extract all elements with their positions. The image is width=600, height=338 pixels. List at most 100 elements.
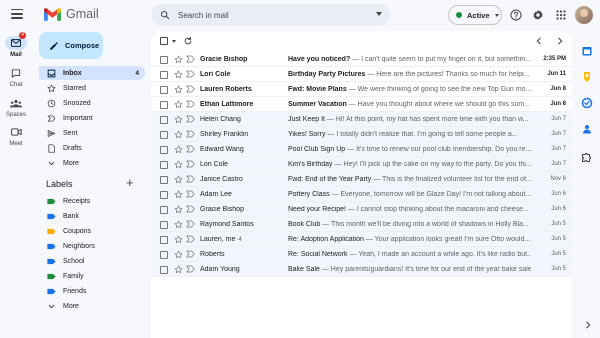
- important-marker-icon[interactable]: [186, 235, 195, 243]
- star-icon[interactable]: [174, 100, 183, 109]
- row-checkbox[interactable]: [160, 130, 168, 139]
- status-dropdown[interactable]: Active: [448, 5, 502, 25]
- nav-item-starred[interactable]: Starred: [39, 81, 145, 95]
- email-row[interactable]: Helen Chang Just Keep It — Hi! At this po…: [151, 112, 572, 127]
- rail-item-mail[interactable]: 4 Mail: [0, 32, 32, 58]
- nav-item-drafts[interactable]: Drafts: [39, 141, 145, 155]
- row-checkbox[interactable]: [160, 55, 168, 64]
- email-row[interactable]: Lori Cole Birthday Party Pictures — Here …: [151, 67, 572, 82]
- star-icon[interactable]: [174, 130, 183, 139]
- star-icon[interactable]: [174, 205, 183, 214]
- email-row[interactable]: Ethan Lattimore Summer Vacation — Have yo…: [151, 97, 572, 112]
- select-all-checkbox[interactable]: [160, 37, 168, 45]
- star-icon[interactable]: [174, 190, 183, 199]
- star-icon[interactable]: [174, 265, 183, 274]
- label-item-bank[interactable]: Bank: [39, 209, 145, 223]
- email-row[interactable]: Lauren Roberts Fwd: Movie Plans — We were…: [151, 82, 572, 97]
- nav-item-sent[interactable]: Sent: [39, 126, 145, 140]
- star-icon[interactable]: [174, 70, 183, 79]
- apps-grid-icon[interactable]: [555, 9, 567, 21]
- email-row[interactable]: Lori Cole Kim's Birthday — Hey! I'll pick…: [151, 157, 572, 172]
- important-marker-icon[interactable]: [186, 85, 195, 93]
- search-options-icon[interactable]: [376, 12, 382, 16]
- chevron-left-icon[interactable]: [534, 36, 544, 46]
- star-icon[interactable]: [174, 115, 183, 124]
- star-icon[interactable]: [174, 145, 183, 154]
- email-row[interactable]: Adam Young Bake Sale — Hey parents/guardi…: [151, 262, 572, 277]
- row-checkbox[interactable]: [160, 205, 168, 214]
- expand-panel-icon[interactable]: [583, 320, 593, 330]
- search-icon[interactable]: [160, 10, 170, 20]
- account-avatar[interactable]: [575, 6, 593, 24]
- row-checkbox[interactable]: [160, 265, 168, 274]
- row-checkbox[interactable]: [160, 250, 168, 259]
- rail-item-meet[interactable]: Meet: [0, 125, 32, 147]
- label-item-coupons[interactable]: Coupons: [39, 224, 145, 238]
- label-item-receipts[interactable]: Receipts: [39, 194, 145, 208]
- star-icon[interactable]: [174, 85, 183, 94]
- important-marker-icon[interactable]: [186, 100, 195, 108]
- star-icon[interactable]: [174, 55, 183, 64]
- tasks-icon[interactable]: [581, 97, 593, 109]
- nav-item-more[interactable]: More: [39, 156, 145, 170]
- label-item-friends[interactable]: Friends: [39, 284, 145, 298]
- row-checkbox[interactable]: [160, 145, 168, 154]
- email-row[interactable]: Roberts Re: Social Network — Yeah, I made…: [151, 247, 572, 262]
- email-row[interactable]: Janice Castro Fwd: End of the Year Party …: [151, 172, 572, 187]
- important-marker-icon[interactable]: [186, 250, 195, 258]
- email-row[interactable]: Adam Lee Pottery Class — Everyone, tomorr…: [151, 187, 572, 202]
- keep-icon[interactable]: [581, 71, 593, 83]
- important-marker-icon[interactable]: [186, 175, 195, 183]
- email-row[interactable]: Gracie Bishop Need your Recipe! — I canno…: [151, 202, 572, 217]
- row-checkbox[interactable]: [160, 115, 168, 124]
- important-marker-icon[interactable]: [186, 190, 195, 198]
- important-marker-icon[interactable]: [186, 70, 195, 78]
- email-row[interactable]: Shirley Franklin Yikes! Sorry — I totally…: [151, 127, 572, 142]
- star-icon[interactable]: [174, 175, 183, 184]
- star-icon[interactable]: [174, 235, 183, 244]
- gmail-logo[interactable]: Gmail: [44, 7, 99, 21]
- important-marker-icon[interactable]: [186, 55, 195, 63]
- important-marker-icon[interactable]: [186, 115, 195, 123]
- select-options-icon[interactable]: [172, 40, 176, 43]
- row-checkbox[interactable]: [160, 70, 168, 79]
- email-row[interactable]: Lauren, me 4 Re: Adoption Application — Yo…: [151, 232, 572, 247]
- star-icon[interactable]: [174, 250, 183, 259]
- add-ons-icon[interactable]: [581, 152, 593, 164]
- row-checkbox[interactable]: [160, 175, 168, 184]
- important-marker-icon[interactable]: [186, 160, 195, 168]
- add-label-icon[interactable]: +: [126, 176, 134, 190]
- email-row[interactable]: Gracie Bishop Have you noticed? — I can't…: [151, 52, 572, 67]
- row-checkbox[interactable]: [160, 190, 168, 199]
- email-row[interactable]: Raymond Santos Book Club — This month we'…: [151, 217, 572, 232]
- important-marker-icon[interactable]: [186, 265, 195, 273]
- email-row[interactable]: Edward Wang Pool Club Sign Up — It's time…: [151, 142, 572, 157]
- label-item-neighbors[interactable]: Neighbors: [39, 239, 145, 253]
- row-checkbox[interactable]: [160, 220, 168, 229]
- settings-gear-icon[interactable]: [532, 9, 544, 21]
- compose-button[interactable]: Compose: [39, 32, 103, 59]
- contacts-icon[interactable]: [581, 123, 593, 135]
- nav-item-important[interactable]: Important: [39, 111, 145, 125]
- row-checkbox[interactable]: [160, 100, 168, 109]
- row-checkbox[interactable]: [160, 235, 168, 244]
- label-item-family[interactable]: Family: [39, 269, 145, 283]
- rail-item-spaces[interactable]: Spaces: [0, 96, 32, 118]
- row-checkbox[interactable]: [160, 160, 168, 169]
- chevron-right-icon[interactable]: [555, 36, 565, 46]
- labels-more[interactable]: More: [39, 299, 145, 313]
- calendar-icon[interactable]: [581, 45, 593, 57]
- important-marker-icon[interactable]: [186, 220, 195, 228]
- row-checkbox[interactable]: [160, 85, 168, 94]
- main-menu-icon[interactable]: [11, 9, 23, 19]
- search-input[interactable]: [178, 10, 358, 20]
- nav-item-inbox[interactable]: Inbox 4: [39, 66, 145, 80]
- important-marker-icon[interactable]: [186, 205, 195, 213]
- important-marker-icon[interactable]: [186, 145, 195, 153]
- refresh-icon[interactable]: [183, 36, 193, 46]
- label-item-school[interactable]: School: [39, 254, 145, 268]
- star-icon[interactable]: [174, 160, 183, 169]
- star-icon[interactable]: [174, 220, 183, 229]
- search-bar[interactable]: [151, 4, 390, 26]
- nav-item-snoozed[interactable]: Snoozed: [39, 96, 145, 110]
